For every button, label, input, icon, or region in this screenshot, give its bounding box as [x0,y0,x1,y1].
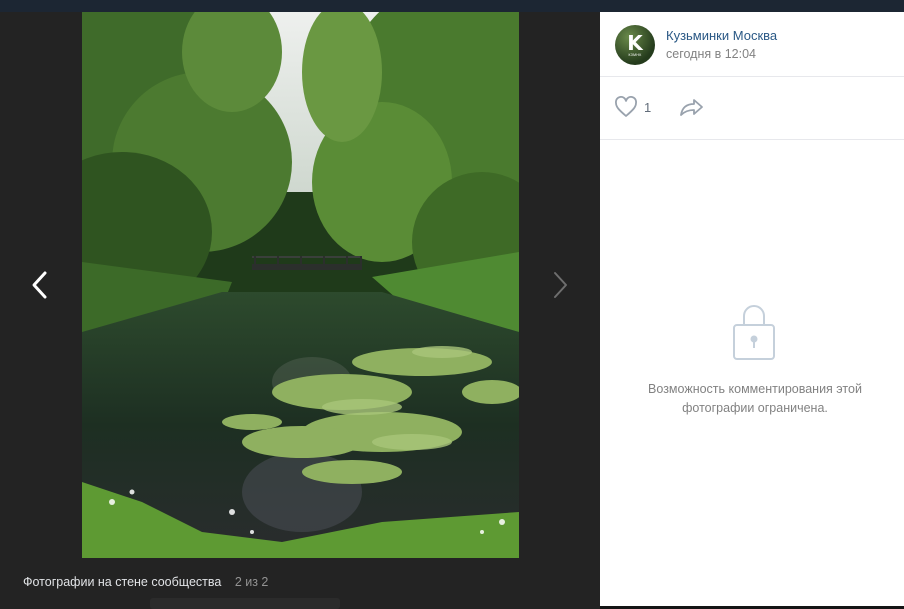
author-link[interactable]: Кузьминки Москва [666,28,777,43]
comments-restricted-text: Возможность комментирования этой фотогра… [648,382,862,415]
photo-caption: Фотографии на стене сообщества 2 из 2 [23,575,268,589]
top-bar [0,0,904,12]
background-page-ghost [150,598,340,609]
chevron-right-icon [554,272,567,298]
photo-image [82,12,519,558]
lock-icon [732,301,776,366]
photo-counter: 2 из 2 [234,575,269,589]
post-actions: 1 [600,77,904,140]
prev-photo-button[interactable] [20,255,60,315]
share-arrow-icon [680,99,703,116]
post-header: K КЗМНК Кузьминки Москва сегодня в 12:04 [600,12,904,77]
like-button[interactable]: 1 [614,96,651,118]
chevron-left-icon [32,271,47,299]
photo-side-panel: K КЗМНК Кузьминки Москва сегодня в 12:04… [600,12,904,606]
post-time[interactable]: сегодня в 12:04 [666,47,756,61]
avatar-subtext: КЗМНК [628,53,642,57]
album-link[interactable]: Фотографии на стене сообщества [23,575,221,589]
like-count: 1 [644,99,652,115]
heart-icon [615,96,637,117]
avatar[interactable]: K КЗМНК [615,25,655,65]
share-button[interactable] [679,97,705,122]
photo[interactable] [82,12,519,558]
avatar-letter: K [627,31,643,55]
next-photo-button[interactable] [540,255,580,315]
